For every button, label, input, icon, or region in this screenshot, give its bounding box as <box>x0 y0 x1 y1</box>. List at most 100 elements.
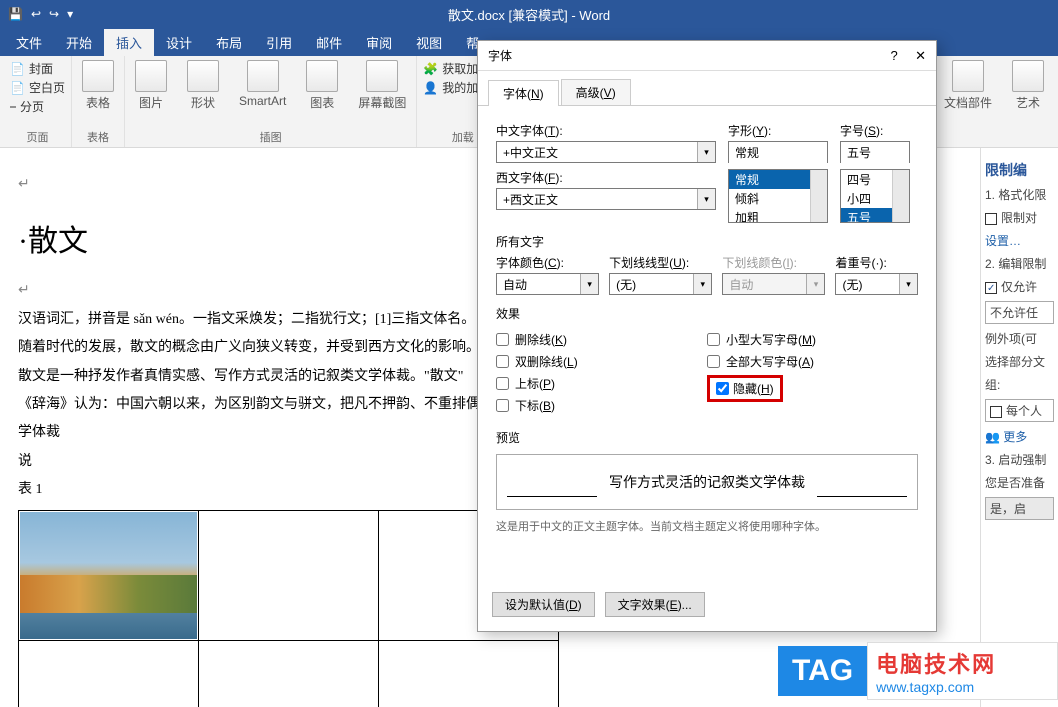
size-opt-x4[interactable]: 小四 <box>841 189 909 208</box>
panel-exceptions: 例外项(可 <box>985 330 1054 347</box>
undo-icon[interactable]: ↩ <box>31 7 41 21</box>
qat-more-icon[interactable]: ▾ <box>67 7 73 21</box>
dialog-tab-font[interactable]: 字体(N) <box>488 80 559 106</box>
tag-left: TAG <box>778 646 867 696</box>
dialog-tab-advanced[interactable]: 高级(V) <box>561 79 631 105</box>
en-font-label: 西文字体(F): <box>496 169 716 186</box>
emphasis-label: 着重号(·): <box>835 254 918 271</box>
group-pages: 📄 封面 📄 空白页 ⎯ 分页 页面 <box>4 56 72 147</box>
page-break-button[interactable]: ⎯ 分页 <box>10 98 44 115</box>
docparts-button[interactable]: 文档部件 <box>940 60 996 111</box>
panel-noedit-combo[interactable]: 不允许任 <box>985 301 1054 324</box>
font-dialog: 字体 ? ✕ 字体(N) 高级(V) 中文字体(T): +中文正文▾ 字形(Y)… <box>477 40 937 632</box>
style-opt-bold[interactable]: 加粗 <box>729 208 827 223</box>
dialog-tabs: 字体(N) 高级(V) <box>478 71 936 106</box>
size-listbox[interactable]: 四号 小四 五号 <box>840 169 910 223</box>
table-button[interactable]: 表格 <box>78 60 118 111</box>
tab-design[interactable]: 设计 <box>154 29 204 56</box>
set-default-button[interactable]: 设为默认值(D) <box>492 592 595 617</box>
size-opt-4[interactable]: 四号 <box>841 170 909 189</box>
cover-page-button[interactable]: 📄 封面 <box>10 60 53 77</box>
font-color-label: 字体颜色(C): <box>496 254 599 271</box>
hidden-highlight: 隐藏(H) <box>707 375 783 402</box>
text-effects-button[interactable]: 文字效果(E)... <box>605 592 705 617</box>
tab-review[interactable]: 审阅 <box>354 29 404 56</box>
table-cell[interactable] <box>19 640 199 707</box>
table-cell[interactable] <box>199 510 379 640</box>
tag-cn: 电脑技术网 <box>876 647 1049 679</box>
dstrike-checkbox[interactable]: 双删除线(L) <box>496 353 707 370</box>
alltext-label: 所有文字 <box>496 233 918 250</box>
help-icon[interactable]: ? <box>891 48 898 63</box>
style-input[interactable]: 常规 <box>728 141 828 163</box>
shapes-button[interactable]: 形状 <box>183 60 223 111</box>
chevron-down-icon[interactable]: ▾ <box>693 274 711 294</box>
smartart-button[interactable]: SmartArt <box>235 60 290 108</box>
wordart-button[interactable]: 艺术 <box>1008 60 1048 111</box>
dialog-title-text: 字体 <box>488 47 512 64</box>
panel-everyone[interactable]: 每个人 <box>985 399 1054 422</box>
table-cell[interactable] <box>199 640 379 707</box>
tab-file[interactable]: 文件 <box>4 29 54 56</box>
chart-button[interactable]: 图表 <box>302 60 342 111</box>
preview-description: 这是用于中文的正文主题字体。当前文档主题定义将使用哪种字体。 <box>496 518 918 534</box>
preview-box: 写作方式灵活的记叙类文学体裁 <box>496 454 918 510</box>
tab-layout[interactable]: 布局 <box>204 29 254 56</box>
group-illustrations: 图片 形状 SmartArt 图表 屏幕截图 插图 <box>125 56 417 147</box>
close-icon[interactable]: ✕ <box>915 48 926 63</box>
chevron-down-icon[interactable]: ▾ <box>899 274 917 294</box>
panel-limit-selection[interactable]: 限制对 <box>985 209 1054 226</box>
screenshot-button[interactable]: 屏幕截图 <box>354 60 410 111</box>
panel-formatting: 1. 格式化限 <box>985 186 1054 203</box>
chevron-down-icon[interactable]: ▾ <box>697 189 715 209</box>
panel-select-parts: 选择部分文 <box>985 353 1054 370</box>
effects-label: 效果 <box>496 305 918 322</box>
redo-icon[interactable]: ↪ <box>49 7 59 21</box>
size-label: 字号(S): <box>840 122 910 139</box>
superscript-checkbox[interactable]: 上标(P) <box>496 375 707 392</box>
save-icon[interactable]: 💾 <box>8 7 23 21</box>
subscript-checkbox[interactable]: 下标(B) <box>496 397 707 414</box>
tab-insert[interactable]: 插入 <box>104 29 154 56</box>
hidden-label: 隐藏(H) <box>733 380 774 397</box>
strike-checkbox[interactable]: 删除线(K) <box>496 331 707 348</box>
emphasis-combo[interactable]: (无)▾ <box>835 273 918 295</box>
group-tables: 表格 表格 <box>72 56 125 147</box>
tab-mailings[interactable]: 邮件 <box>304 29 354 56</box>
panel-more-link[interactable]: 👥 更多 <box>985 428 1054 445</box>
size-input[interactable]: 五号 <box>840 141 910 163</box>
style-opt-italic[interactable]: 倾斜 <box>729 189 827 208</box>
preview-label: 预览 <box>496 429 918 446</box>
size-opt-5[interactable]: 五号 <box>841 208 909 223</box>
en-font-combo[interactable]: +西文正文▾ <box>496 188 716 210</box>
panel-allow-only[interactable]: 仅允许 <box>985 278 1054 295</box>
style-opt-regular[interactable]: 常规 <box>729 170 827 189</box>
font-color-combo[interactable]: 自动▾ <box>496 273 599 295</box>
smallcaps-checkbox[interactable]: 小型大写字母(M) <box>707 331 918 348</box>
panel-yes-button[interactable]: 是，启 <box>985 497 1054 520</box>
picture-button[interactable]: 图片 <box>131 60 171 111</box>
allcaps-checkbox[interactable]: 全部大写字母(A) <box>707 353 918 370</box>
underline-color-label: 下划线颜色(I): <box>722 254 825 271</box>
underline-style-combo[interactable]: (无)▾ <box>609 273 712 295</box>
dialog-footer: 设为默认值(D) 文字效果(E)... <box>478 586 936 631</box>
dialog-titlebar: 字体 ? ✕ <box>478 41 936 71</box>
chevron-down-icon[interactable]: ▾ <box>580 274 598 294</box>
preview-text: 写作方式灵活的记叙类文学体裁 <box>609 472 805 492</box>
tag-watermark: TAG 电脑技术网 www.tagxp.com <box>778 635 1058 707</box>
tab-references[interactable]: 引用 <box>254 29 304 56</box>
tab-home[interactable]: 开始 <box>54 29 104 56</box>
cn-font-combo[interactable]: +中文正文▾ <box>496 141 716 163</box>
tab-view[interactable]: 视图 <box>404 29 454 56</box>
tag-url: www.tagxp.com <box>876 679 1049 695</box>
underline-color-combo: 自动▾ <box>722 273 825 295</box>
hidden-checkbox[interactable] <box>716 382 729 395</box>
table-cell[interactable] <box>19 510 199 640</box>
table-cell[interactable] <box>379 640 559 707</box>
panel-settings-link[interactable]: 设置… <box>985 232 1054 249</box>
style-listbox[interactable]: 常规 倾斜 加粗 <box>728 169 828 223</box>
hidden-checkbox-wrap: 隐藏(H) <box>707 375 918 402</box>
blank-page-button[interactable]: 📄 空白页 <box>10 79 65 96</box>
chevron-down-icon: ▾ <box>806 274 824 294</box>
chevron-down-icon[interactable]: ▾ <box>697 142 715 162</box>
